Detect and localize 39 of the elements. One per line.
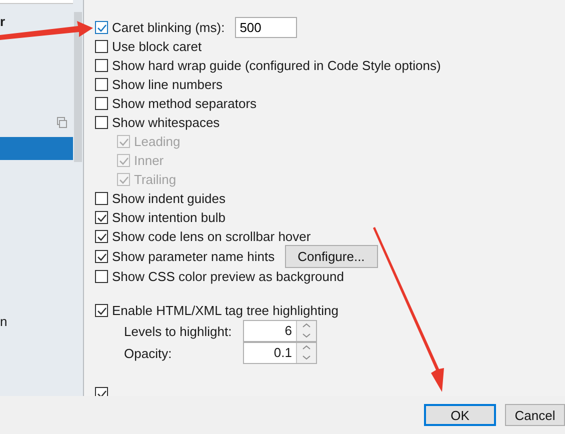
option-label: Caret blinking (ms): <box>112 20 225 35</box>
checkbox[interactable] <box>95 97 108 110</box>
checkbox[interactable] <box>95 59 108 72</box>
option-label: Show intention bulb <box>112 210 226 225</box>
option-label: Show line numbers <box>112 77 223 92</box>
checkbox[interactable] <box>95 116 108 129</box>
checkbox[interactable] <box>95 192 108 205</box>
checkbox[interactable] <box>95 270 108 283</box>
spinner-label: Opacity: <box>124 346 173 360</box>
checkbox[interactable] <box>95 78 108 91</box>
tree-item[interactable]: r <box>0 14 6 29</box>
number-spinner[interactable]: 0.1 <box>243 342 317 364</box>
option-label: Inner <box>134 153 164 168</box>
option-label: Leading <box>134 134 180 149</box>
cancel-button[interactable]: Cancel <box>505 404 565 426</box>
option-label: Show CSS color preview as background <box>112 269 344 284</box>
checkbox[interactable] <box>95 230 108 243</box>
checkbox[interactable] <box>95 21 108 34</box>
option-label: Show hard wrap guide (configured in Code Style options) <box>112 58 441 73</box>
checkbox[interactable] <box>95 40 108 53</box>
option-label: Show method separators <box>112 96 257 111</box>
option-label: Show code lens on scrollbar hover <box>112 229 311 244</box>
checkbox[interactable] <box>95 304 108 317</box>
option-label: Enable HTML/XML tag tree highlighting <box>112 303 338 318</box>
spinner-label: Levels to highlight: <box>124 324 233 338</box>
option-label: Show whitespaces <box>112 115 220 130</box>
tree-item[interactable]: n <box>0 314 8 329</box>
configure-button[interactable]: Configure... <box>284 245 378 268</box>
option-label: Show indent guides <box>112 191 226 206</box>
option-label: Show parameter name hints <box>112 249 275 264</box>
checkbox[interactable] <box>95 211 108 224</box>
checkbox[interactable] <box>95 250 108 263</box>
number-spinner[interactable]: 6 <box>243 320 317 342</box>
search-field[interactable] <box>0 0 76 4</box>
scrollbar-thumb[interactable] <box>74 12 82 162</box>
option-label: Trailing <box>134 172 176 187</box>
option-label: Use block caret <box>112 39 202 54</box>
ok-button[interactable]: OK <box>424 404 496 426</box>
caret-blink-field[interactable]: 500 <box>234 17 297 38</box>
